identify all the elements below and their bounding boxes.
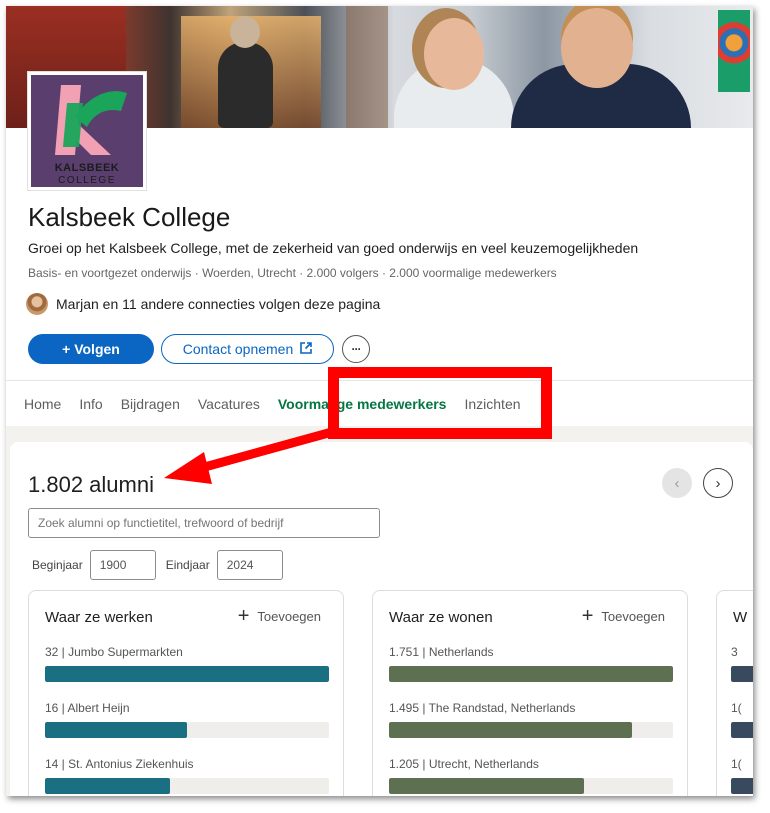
linkedin-page-frame: Kalsbeek College Groei op het Kalsbeek C… — [6, 6, 753, 796]
annotation-arrow — [164, 427, 337, 484]
